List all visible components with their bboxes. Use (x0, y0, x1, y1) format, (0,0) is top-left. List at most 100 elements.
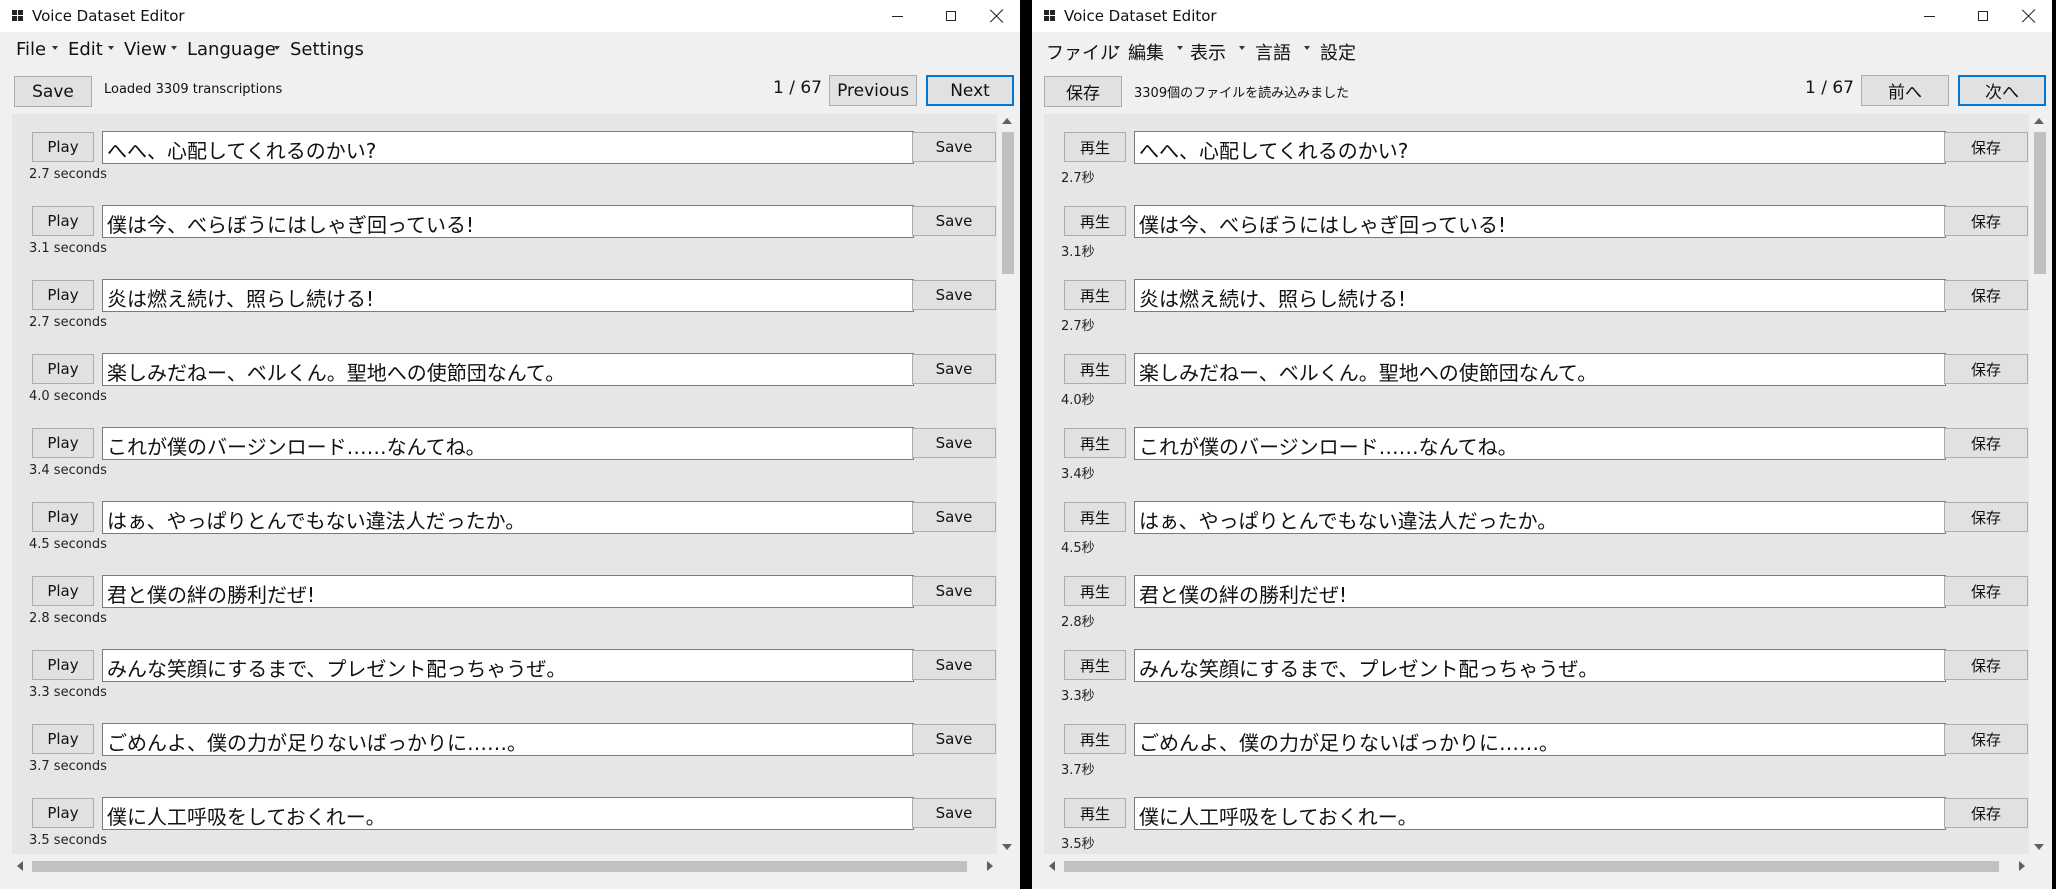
transcription-input[interactable]: みんな笑顔にするまで、プレゼント配っちゃうぜ。 (102, 649, 914, 682)
scroll-down-icon[interactable] (2034, 844, 2044, 850)
save-row-button[interactable]: Save (912, 798, 996, 828)
play-button[interactable]: Play (32, 206, 94, 236)
play-button[interactable]: Play (32, 724, 94, 754)
play-button[interactable]: 再生 (1064, 724, 1126, 754)
transcription-input[interactable]: へへ、心配してくれるのかい? (1134, 131, 1946, 164)
next-button[interactable]: Next (926, 75, 1014, 106)
transcription-input[interactable]: 僕は今、べらぼうにはしゃぎ回っている! (1134, 205, 1946, 238)
save-row-button[interactable]: 保存 (1944, 576, 2028, 606)
vertical-scroll-thumb[interactable] (1002, 132, 1014, 274)
save-row-button[interactable]: 保存 (1944, 724, 2028, 754)
transcription-input[interactable]: ごめんよ、僕の力が足りないばっかりに……。 (1134, 723, 1946, 756)
save-row-button[interactable]: 保存 (1944, 650, 2028, 680)
save-row-button[interactable]: 保存 (1944, 206, 2028, 236)
menu-edit[interactable]: Edit (68, 39, 103, 60)
save-row-button[interactable]: Save (912, 502, 996, 532)
horizontal-scroll-thumb[interactable] (32, 861, 967, 872)
close-button[interactable] (974, 0, 1020, 32)
scroll-up-icon[interactable] (2034, 118, 2044, 124)
play-button[interactable]: 再生 (1064, 502, 1126, 532)
close-button[interactable] (2006, 0, 2052, 32)
play-button[interactable]: 再生 (1064, 576, 1126, 606)
menu-file[interactable]: File (16, 39, 46, 60)
previous-button[interactable]: 前へ (1861, 75, 1949, 106)
transcription-input[interactable]: ごめんよ、僕の力が足りないばっかりに……。 (102, 723, 914, 756)
vertical-scroll-thumb[interactable] (2034, 132, 2046, 274)
save-row-button[interactable]: Save (912, 724, 996, 754)
vertical-scrollbar[interactable] (997, 114, 1017, 854)
scroll-left-icon[interactable] (17, 861, 23, 871)
scroll-right-icon[interactable] (2019, 861, 2025, 871)
menu-edit[interactable]: 編集 (1128, 39, 1164, 65)
maximize-button[interactable] (1960, 0, 2006, 32)
minimize-button[interactable] (874, 0, 920, 32)
transcription-input[interactable]: これが僕のバージンロード……なんてね。 (1134, 427, 1946, 460)
menu-view[interactable]: 表示 (1190, 39, 1226, 65)
play-button[interactable]: 再生 (1064, 206, 1126, 236)
play-button[interactable]: 再生 (1064, 132, 1126, 162)
play-button[interactable]: 再生 (1064, 354, 1126, 384)
save-row-button[interactable]: 保存 (1944, 132, 2028, 162)
save-all-button[interactable]: 保存 (1044, 76, 1122, 107)
play-button[interactable]: Play (32, 576, 94, 606)
save-row-button[interactable]: Save (912, 650, 996, 680)
transcription-input[interactable]: 炎は燃え続け、照らし続ける! (1134, 279, 1946, 312)
menu-settings[interactable]: Settings (290, 39, 364, 60)
save-row-button[interactable]: Save (912, 132, 996, 162)
play-button[interactable]: Play (32, 132, 94, 162)
save-row-button[interactable]: 保存 (1944, 280, 2028, 310)
scroll-right-icon[interactable] (987, 861, 993, 871)
play-button[interactable]: Play (32, 280, 94, 310)
transcription-input[interactable]: はぁ、やっぱりとんでもない違法人だったか。 (1134, 501, 1946, 534)
play-button[interactable]: 再生 (1064, 428, 1126, 458)
menu-view[interactable]: View (124, 39, 167, 60)
scroll-down-icon[interactable] (1002, 844, 1012, 850)
transcription-input[interactable]: 炎は燃え続け、照らし続ける! (102, 279, 914, 312)
transcription-input[interactable]: 楽しみだねー、ベルくん。聖地への使節団なんて。 (1134, 353, 1946, 386)
save-row-button[interactable]: Save (912, 280, 996, 310)
scroll-left-icon[interactable] (1049, 861, 1055, 871)
transcription-input[interactable]: 楽しみだねー、ベルくん。聖地への使節団なんて。 (102, 353, 914, 386)
play-button[interactable]: 再生 (1064, 280, 1126, 310)
menu-file[interactable]: ファイル (1046, 39, 1118, 65)
previous-button[interactable]: Previous (829, 75, 917, 106)
transcription-input[interactable]: 僕に人工呼吸をしておくれー。 (102, 797, 914, 830)
save-row-button[interactable]: 保存 (1944, 798, 2028, 828)
scroll-up-icon[interactable] (1002, 118, 1012, 124)
play-button[interactable]: Play (32, 428, 94, 458)
save-row-button[interactable]: 保存 (1944, 354, 2028, 384)
transcription-input[interactable]: 君と僕の絆の勝利だぜ! (1134, 575, 1946, 608)
transcription-input[interactable]: 僕は今、べらぼうにはしゃぎ回っている! (102, 205, 914, 238)
save-row-button[interactable]: Save (912, 576, 996, 606)
play-button[interactable]: Play (32, 650, 94, 680)
transcription-input[interactable]: 僕に人工呼吸をしておくれー。 (1134, 797, 1946, 830)
play-button[interactable]: Play (32, 354, 94, 384)
title-bar[interactable]: Voice Dataset Editor (1032, 0, 2052, 32)
save-row-button[interactable]: Save (912, 354, 996, 384)
menu-language[interactable]: Language (187, 39, 276, 60)
minimize-button[interactable] (1906, 0, 1952, 32)
horizontal-scroll-thumb[interactable] (1064, 861, 1999, 872)
save-row-button[interactable]: Save (912, 428, 996, 458)
horizontal-scrollbar[interactable] (12, 856, 997, 876)
menu-language[interactable]: 言語 (1255, 39, 1291, 65)
play-button[interactable]: Play (32, 502, 94, 532)
transcription-input[interactable]: これが僕のバージンロード……なんてね。 (102, 427, 914, 460)
maximize-button[interactable] (928, 0, 974, 32)
transcription-input[interactable]: みんな笑顔にするまで、プレゼント配っちゃうぜ。 (1134, 649, 1946, 682)
save-row-button[interactable]: 保存 (1944, 428, 2028, 458)
play-button[interactable]: Play (32, 798, 94, 828)
next-button[interactable]: 次へ (1958, 75, 2046, 106)
menu-settings[interactable]: 設定 (1320, 39, 1356, 65)
save-all-button[interactable]: Save (14, 76, 92, 107)
play-button[interactable]: 再生 (1064, 650, 1126, 680)
save-row-button[interactable]: Save (912, 206, 996, 236)
vertical-scrollbar[interactable] (2029, 114, 2049, 854)
save-row-button[interactable]: 保存 (1944, 502, 2028, 532)
horizontal-scrollbar[interactable] (1044, 856, 2029, 876)
title-bar[interactable]: Voice Dataset Editor (0, 0, 1020, 32)
transcription-input[interactable]: へへ、心配してくれるのかい? (102, 131, 914, 164)
play-button[interactable]: 再生 (1064, 798, 1126, 828)
transcription-input[interactable]: はぁ、やっぱりとんでもない違法人だったか。 (102, 501, 914, 534)
transcription-input[interactable]: 君と僕の絆の勝利だぜ! (102, 575, 914, 608)
